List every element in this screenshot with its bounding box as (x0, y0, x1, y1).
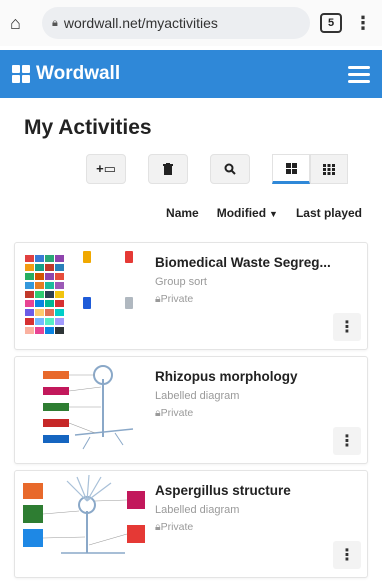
home-icon[interactable]: ⌂ (10, 13, 38, 34)
activity-list: Biomedical Waste Segreg... Group sort 🔒︎… (14, 242, 368, 578)
new-folder-icon: +▭ (96, 161, 116, 176)
wordwall-logo-icon[interactable] (12, 65, 30, 83)
activity-type: Labelled diagram (155, 504, 240, 516)
privacy-label: 🔒︎Private (155, 293, 194, 305)
activity-thumbnail (15, 471, 145, 577)
url-text: wordwall.net/myactivities (63, 15, 218, 31)
sort-bar: Name Modified ▼ Last played (0, 206, 362, 220)
grid-small-icon (323, 163, 335, 175)
vertical-dots-icon[interactable]: ⋮ (354, 13, 372, 34)
activity-thumbnail (15, 357, 145, 463)
activity-title[interactable]: Biomedical Waste Segreg... (155, 255, 367, 270)
small-grid-view-button[interactable] (310, 154, 348, 184)
tab-switcher-button[interactable]: 5 (320, 13, 342, 33)
activity-thumbnail (15, 243, 145, 349)
delete-button[interactable] (148, 154, 188, 184)
activity-card[interactable]: Biomedical Waste Segreg... Group sort 🔒︎… (14, 242, 368, 350)
sort-by-modified[interactable]: Modified ▼ (217, 206, 278, 220)
view-toggle (272, 154, 348, 184)
activity-card[interactable]: Rhizopus morphology Labelled diagram 🔒︎P… (14, 356, 368, 464)
large-grid-view-button[interactable] (272, 154, 310, 184)
privacy-label: 🔒︎Private (155, 407, 194, 419)
activity-card[interactable]: Aspergillus structure Labelled diagram 🔒… (14, 470, 368, 578)
activity-menu-button[interactable]: ⋮ (333, 427, 361, 455)
caret-down-icon: ▼ (269, 209, 278, 219)
lock-icon: 🔒︎ (52, 16, 58, 29)
activity-title[interactable]: Aspergillus structure (155, 483, 367, 498)
logo-text[interactable]: Wordwall (36, 63, 348, 85)
new-folder-button[interactable]: +▭ (86, 154, 126, 184)
page-title: My Activities (24, 116, 152, 139)
activity-menu-button[interactable]: ⋮ (333, 541, 361, 569)
tab-count: 5 (327, 17, 335, 29)
activity-menu-button[interactable]: ⋮ (333, 313, 361, 341)
activity-title[interactable]: Rhizopus morphology (155, 369, 367, 384)
hamburger-menu-icon[interactable] (348, 65, 370, 83)
browser-bar: ⌂ 🔒︎ wordwall.net/myactivities 5 ⋮ (0, 0, 382, 46)
app-header: Wordwall (0, 50, 382, 98)
address-bar[interactable]: 🔒︎ wordwall.net/myactivities (42, 7, 310, 39)
grid-large-icon (285, 162, 297, 174)
activity-type: Labelled diagram (155, 390, 240, 402)
sort-by-last-played[interactable]: Last played (296, 206, 362, 220)
activity-toolbar: +▭ (86, 154, 382, 184)
trash-icon (163, 163, 173, 175)
search-button[interactable] (210, 154, 250, 184)
search-icon (224, 163, 236, 175)
privacy-label: 🔒︎Private (155, 521, 194, 533)
sort-by-name[interactable]: Name (166, 206, 199, 220)
activity-type: Group sort (155, 276, 207, 288)
